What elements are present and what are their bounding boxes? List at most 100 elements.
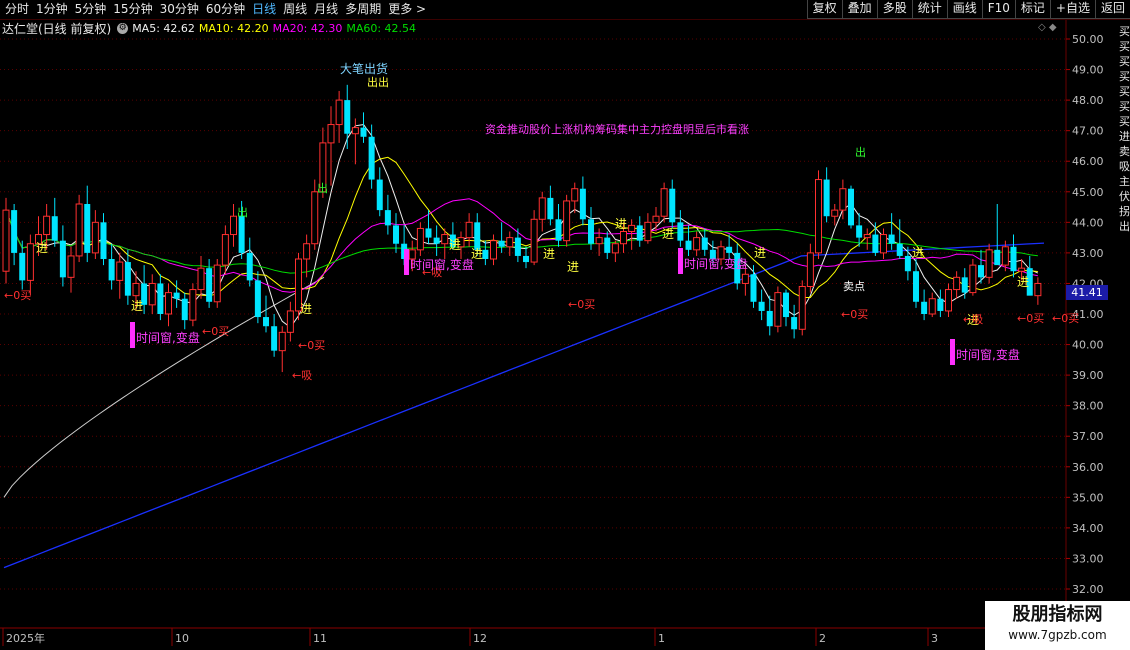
price-tick-label: 34.00 (1072, 522, 1104, 535)
candle-body (108, 259, 115, 281)
toolbar-button[interactable]: F10 (981, 0, 1015, 19)
candle-body (978, 265, 984, 278)
candle-body (84, 204, 91, 253)
candle-body (823, 179, 830, 217)
price-tick-label: 37.00 (1072, 430, 1104, 443)
candle-body (51, 216, 58, 241)
candle-body (311, 191, 319, 245)
trend-text-annotation: 资金推动股价上涨机构筹码集中主力控盘明显后市看涨 (485, 122, 749, 136)
period-tab[interactable]: 更多 > (385, 0, 430, 19)
candle-body (888, 234, 895, 244)
time-window-bar (678, 248, 683, 274)
absorb-signal: ←吸 (292, 369, 312, 382)
buy-signal: ←0买 (202, 325, 229, 338)
candle-body (1001, 246, 1009, 266)
toolbar-button[interactable]: 叠加 (841, 0, 877, 19)
candle-body (360, 127, 367, 137)
sell-annotation: 出 (237, 205, 248, 219)
candle-body (652, 215, 660, 223)
time-window-label: 时间窗,变盘 (684, 256, 748, 271)
candle-body (173, 292, 180, 299)
date-tick-label: 3 (931, 632, 938, 645)
buy-signal: ←0买 (1017, 312, 1044, 325)
enter-signal: 进 (1017, 275, 1029, 289)
candle-body (416, 227, 424, 251)
candle-body (189, 289, 197, 321)
absorb-signal: ←吸 (963, 313, 983, 326)
period-tab[interactable]: 5分钟 (72, 0, 111, 19)
period-tab[interactable]: 日线 (249, 0, 280, 19)
candle-body (116, 261, 124, 281)
candle-body (644, 221, 652, 242)
candle-body (969, 264, 977, 294)
candle-body (514, 237, 521, 256)
enter-signal: 进 (567, 260, 579, 274)
time-window-label: 时间窗,变盘 (956, 347, 1020, 362)
gear-icon[interactable]: ⚙ (117, 23, 129, 34)
price-tick-label: 39.00 (1072, 369, 1104, 382)
candle-body (19, 252, 26, 281)
candle-body (286, 310, 294, 333)
price-tick-label: 46.00 (1072, 155, 1104, 168)
time-window-bar (130, 322, 135, 348)
candle-body (636, 225, 643, 241)
candle-body (1018, 267, 1026, 272)
price-tick-label: 33.00 (1072, 552, 1104, 565)
period-tab[interactable]: 15分钟 (110, 0, 156, 19)
long-ma2-line (3, 276, 325, 498)
enter-signal: 进 (754, 246, 766, 260)
toolbar-button[interactable]: 统计 (911, 0, 947, 19)
time-window-bar (950, 339, 955, 365)
candle-body (783, 292, 789, 318)
period-tab[interactable]: 周线 (280, 0, 311, 19)
candle-body (579, 188, 586, 220)
candle-body (303, 243, 311, 260)
candle-body (221, 234, 229, 266)
candle-body (238, 216, 245, 253)
period-toolbar: 分时 1分钟 5分钟 15分钟 30分钟 60分钟 日线 周线 月线 多周期 更多 > 复权 叠加 多股… (0, 0, 1130, 20)
date-tick-label: 1 (658, 632, 665, 645)
toolbar-button[interactable]: 多股 (876, 0, 912, 19)
candle-body (2, 209, 10, 272)
candle-body (433, 237, 440, 244)
candle-body (124, 262, 131, 296)
candle-body (563, 200, 571, 242)
toolbar-button[interactable]: 标记 (1014, 0, 1050, 19)
kline-chart[interactable]: 50.00 49.00 48.00 47.00 46.00 45.00 44.00 43.00… (0, 0, 1130, 650)
candle-body (263, 317, 269, 327)
candle-body (994, 249, 1001, 266)
period-tab[interactable]: 1分钟 (33, 0, 72, 19)
toolbar-button[interactable]: 返回 (1094, 0, 1130, 19)
candle-body (677, 222, 684, 241)
candle-body (896, 243, 903, 256)
buy-signal: ←0买 (841, 308, 868, 321)
ma10-value: MA10: 42.20 (198, 22, 269, 35)
period-tab[interactable]: 多周期 (342, 0, 385, 19)
candle-body (961, 277, 968, 293)
price-tick-label: 32.00 (1072, 583, 1104, 596)
stock-name[interactable]: 达仁堂(日线 前复权) (2, 20, 111, 37)
toolbar-button[interactable]: 画线 (946, 0, 982, 19)
candle-body (165, 292, 172, 315)
period-tab[interactable]: 月线 (311, 0, 342, 19)
candle-body (43, 215, 51, 236)
time-window-bar (404, 249, 409, 275)
toolbar-button[interactable]: 复权 (806, 0, 842, 19)
sell-annotation: 出 (855, 145, 866, 159)
candle-body (863, 234, 871, 239)
date-tick-label: 10 (175, 632, 189, 645)
chart-layout-icon[interactable]: ◇ ◆ (1038, 22, 1057, 33)
period-tab[interactable]: 分时 (2, 0, 33, 19)
candle-body (791, 317, 798, 330)
period-tab[interactable]: 30分钟 (157, 0, 203, 19)
ma5-value: MA5: 42.62 (132, 22, 195, 35)
enter-signal: 进 (300, 302, 312, 316)
candle-body (588, 219, 594, 244)
toolbar-button[interactable]: +自选 (1049, 0, 1095, 19)
candle-body (660, 188, 668, 217)
candle-body (213, 264, 221, 303)
candle-body (230, 215, 237, 236)
candle-body (571, 188, 579, 202)
period-tab[interactable]: 60分钟 (203, 0, 249, 19)
candle-body (498, 240, 505, 247)
